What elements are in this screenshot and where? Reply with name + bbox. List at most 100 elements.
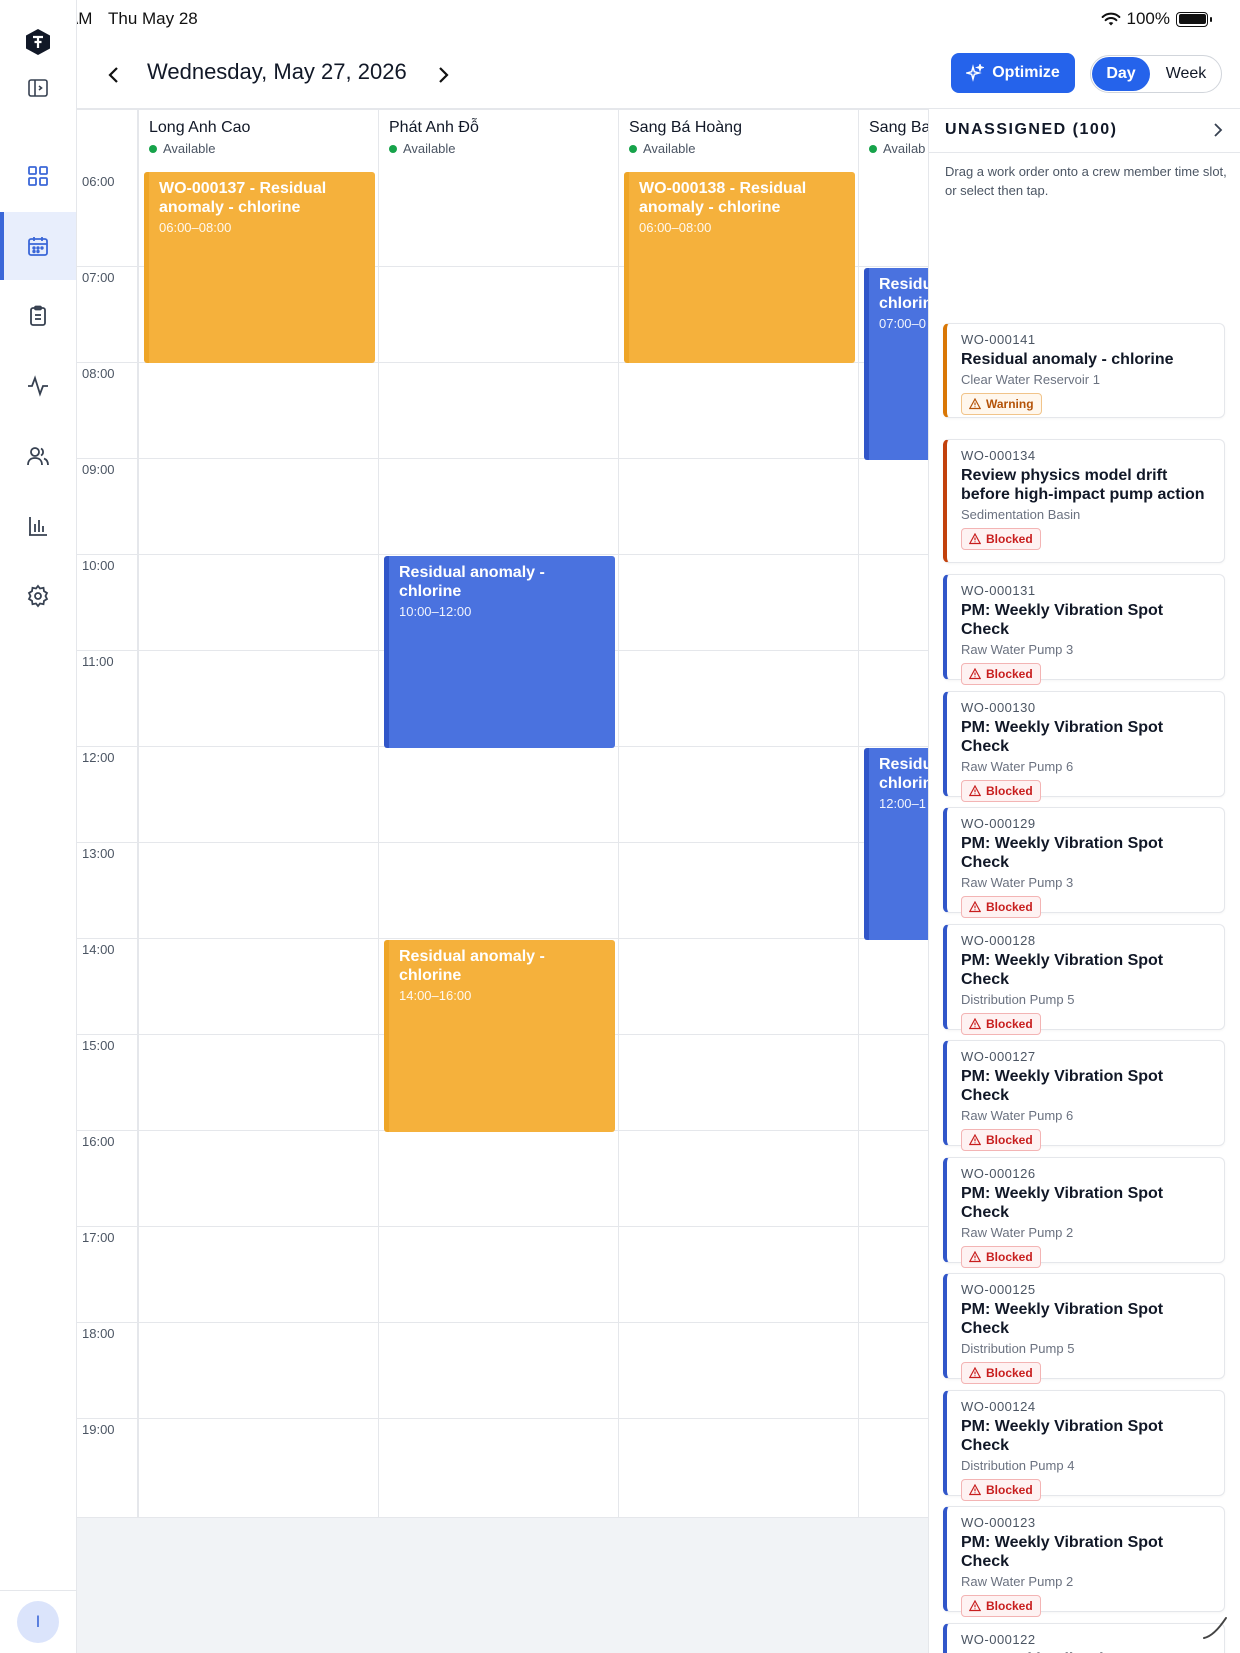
status-date: Thu May 28 (108, 9, 198, 28)
status-dot (389, 144, 397, 153)
next-day-button[interactable] (428, 60, 458, 90)
view-day-button[interactable]: Day (1092, 57, 1150, 91)
nav-schedule[interactable] (0, 212, 76, 280)
alert-triangle-icon (969, 668, 981, 680)
chevron-right-icon (439, 67, 449, 83)
optimize-button[interactable]: Optimize (951, 53, 1075, 93)
scheduled-work-order[interactable]: Residual anomaly - chlorine 14:00–16:00 (384, 940, 615, 1132)
work-order-location: Raw Water Pump 6 (961, 1108, 1074, 1123)
unassigned-work-order-card[interactable]: WO-000122PM: Weekly Vibration Spot Check… (943, 1623, 1225, 1653)
chevron-right-icon[interactable] (1209, 121, 1227, 139)
bar-chart-icon (29, 517, 47, 536)
event-time: 10:00–12:00 (399, 604, 472, 619)
status-badge: Blocked (961, 896, 1041, 918)
hour-line (77, 1418, 928, 1419)
crew-status: Availab (869, 141, 928, 156)
event-time: 12:00–1 (879, 796, 926, 811)
view-week-button[interactable]: Week (1151, 56, 1221, 92)
alert-triangle-icon (969, 1251, 981, 1263)
nav-settings[interactable] (0, 562, 76, 630)
unassigned-work-order-card[interactable]: WO-000125 PM: Weekly Vibration Spot Check… (943, 1273, 1225, 1384)
unassigned-work-order-card[interactable]: WO-000141 Residual anomaly - chlorine Clea… (943, 323, 1225, 418)
battery-percent: 100% (1126, 9, 1170, 28)
unassigned-work-order-card[interactable]: WO-000134 Review physics model drift befo… (943, 439, 1225, 563)
unassigned-work-order-card[interactable]: WO-000130 PM: Weekly Vibration Spot Check… (943, 691, 1225, 802)
work-order-location: Distribution Pump 5 (961, 992, 1075, 1007)
sparkles-icon (966, 64, 985, 82)
scheduled-work-order[interactable]: Residu chlorin 07:00–0 (864, 268, 928, 460)
status-dot (869, 144, 877, 153)
nav-crew[interactable] (0, 422, 76, 490)
crew-header[interactable]: Sang Bá Hoàng Available (629, 119, 742, 156)
crew-status: Available (389, 141, 479, 156)
scheduled-work-order[interactable]: WO-000138 - Residual anomaly - chlorine … (624, 172, 855, 363)
unassigned-panel-header[interactable]: UNASSIGNED (100) (929, 109, 1240, 153)
unassigned-panel: UNASSIGNED (100) Drag a work order onto … (928, 109, 1240, 1653)
nav-reports[interactable] (0, 492, 76, 560)
alert-triangle-icon (969, 1018, 981, 1030)
work-order-location: Distribution Pump 4 (961, 1458, 1075, 1473)
status-badge: Blocked (961, 1362, 1041, 1384)
unassigned-work-order-card[interactable]: WO-000123 PM: Weekly Vibration Spot Check… (943, 1506, 1225, 1617)
crew-status-label: Available (643, 141, 696, 156)
unassigned-work-order-card[interactable]: WO-000131 PM: Weekly Vibration Spot Check… (943, 574, 1225, 685)
hour-line (77, 109, 928, 110)
work-order-id: WO-000134 (961, 448, 1036, 463)
unassigned-work-order-card[interactable]: WO-000126 PM: Weekly Vibration Spot Check… (943, 1157, 1225, 1268)
work-order-id: WO-000123 (961, 1515, 1036, 1530)
scheduled-work-order[interactable]: Residu chlorin 12:00–1 (864, 748, 928, 940)
hour-label: 07:00 (82, 270, 115, 285)
user-avatar[interactable]: I (17, 1601, 59, 1643)
unassigned-work-order-card[interactable]: WO-000128 PM: Weekly Vibration Spot Check… (943, 924, 1225, 1035)
crew-name: Sang Ba (869, 119, 928, 136)
hour-line (77, 1517, 928, 1518)
status-badge: Blocked (961, 780, 1041, 802)
alert-triangle-icon (969, 1600, 981, 1612)
unassigned-work-order-card[interactable]: WO-000124 PM: Weekly Vibration Spot Check… (943, 1390, 1225, 1501)
work-order-id: WO-000141 (961, 332, 1036, 347)
nav-dashboard[interactable] (0, 142, 76, 210)
crew-header[interactable]: Sang Ba Availab (869, 119, 928, 156)
work-order-location: Raw Water Pump 3 (961, 875, 1074, 890)
sidebar-toggle-icon[interactable] (27, 77, 49, 99)
battery-icon (1176, 11, 1212, 27)
work-order-title: PM: Weekly Vibration Spot Check (961, 835, 1164, 871)
column-divider (378, 109, 379, 1518)
alert-triangle-icon (969, 1134, 981, 1146)
status-badge-label: Blocked (986, 667, 1033, 681)
crew-status-label: Available (163, 141, 216, 156)
work-order-title: Residual anomaly - chlorine (961, 351, 1174, 368)
crew-header[interactable]: Long Anh Cao Available (149, 119, 250, 156)
nav-monitoring[interactable] (0, 352, 76, 420)
crew-header[interactable]: Phát Anh Đỗ Available (389, 119, 479, 156)
current-date-title: Wednesday, May 27, 2026 (147, 59, 407, 84)
work-order-id: WO-000125 (961, 1282, 1036, 1297)
view-toggle: Day Week (1090, 55, 1222, 93)
status-badge-label: Blocked (986, 1017, 1033, 1031)
event-time: 14:00–16:00 (399, 988, 472, 1003)
work-order-location: Sedimentation Basin (961, 507, 1081, 522)
work-order-id: WO-000127 (961, 1049, 1036, 1064)
status-badge-label: Blocked (986, 532, 1033, 546)
alert-triangle-icon (969, 901, 981, 913)
work-order-id: WO-000128 (961, 933, 1036, 948)
crew-status-label: Availab (883, 141, 926, 156)
event-title: WO-000137 - Residual anomaly - chlorine (159, 180, 327, 216)
event-title: Residu chlorin (879, 276, 928, 312)
optimize-label: Optimize (992, 64, 1060, 81)
work-order-location: Raw Water Pump 2 (961, 1574, 1074, 1589)
scheduled-work-order[interactable]: Residual anomaly - chlorine 10:00–12:00 (384, 556, 615, 748)
app-logo-icon (26, 29, 50, 55)
event-title: Residual anomaly - chlorine (399, 564, 545, 600)
nav-work-orders[interactable] (0, 282, 76, 350)
scheduled-work-order[interactable]: WO-000137 - Residual anomaly - chlorine … (144, 172, 375, 363)
hour-label: 19:00 (82, 1422, 115, 1437)
hour-label: 18:00 (82, 1326, 115, 1341)
status-badge: Blocked (961, 1129, 1041, 1151)
alert-triangle-icon (969, 1484, 981, 1496)
unassigned-work-order-card[interactable]: WO-000129 PM: Weekly Vibration Spot Check… (943, 807, 1225, 918)
unassigned-work-order-card[interactable]: WO-000127 PM: Weekly Vibration Spot Check… (943, 1040, 1225, 1151)
previous-day-button[interactable] (99, 60, 129, 90)
resize-handle-icon (1203, 1617, 1227, 1639)
status-dot (149, 144, 157, 153)
